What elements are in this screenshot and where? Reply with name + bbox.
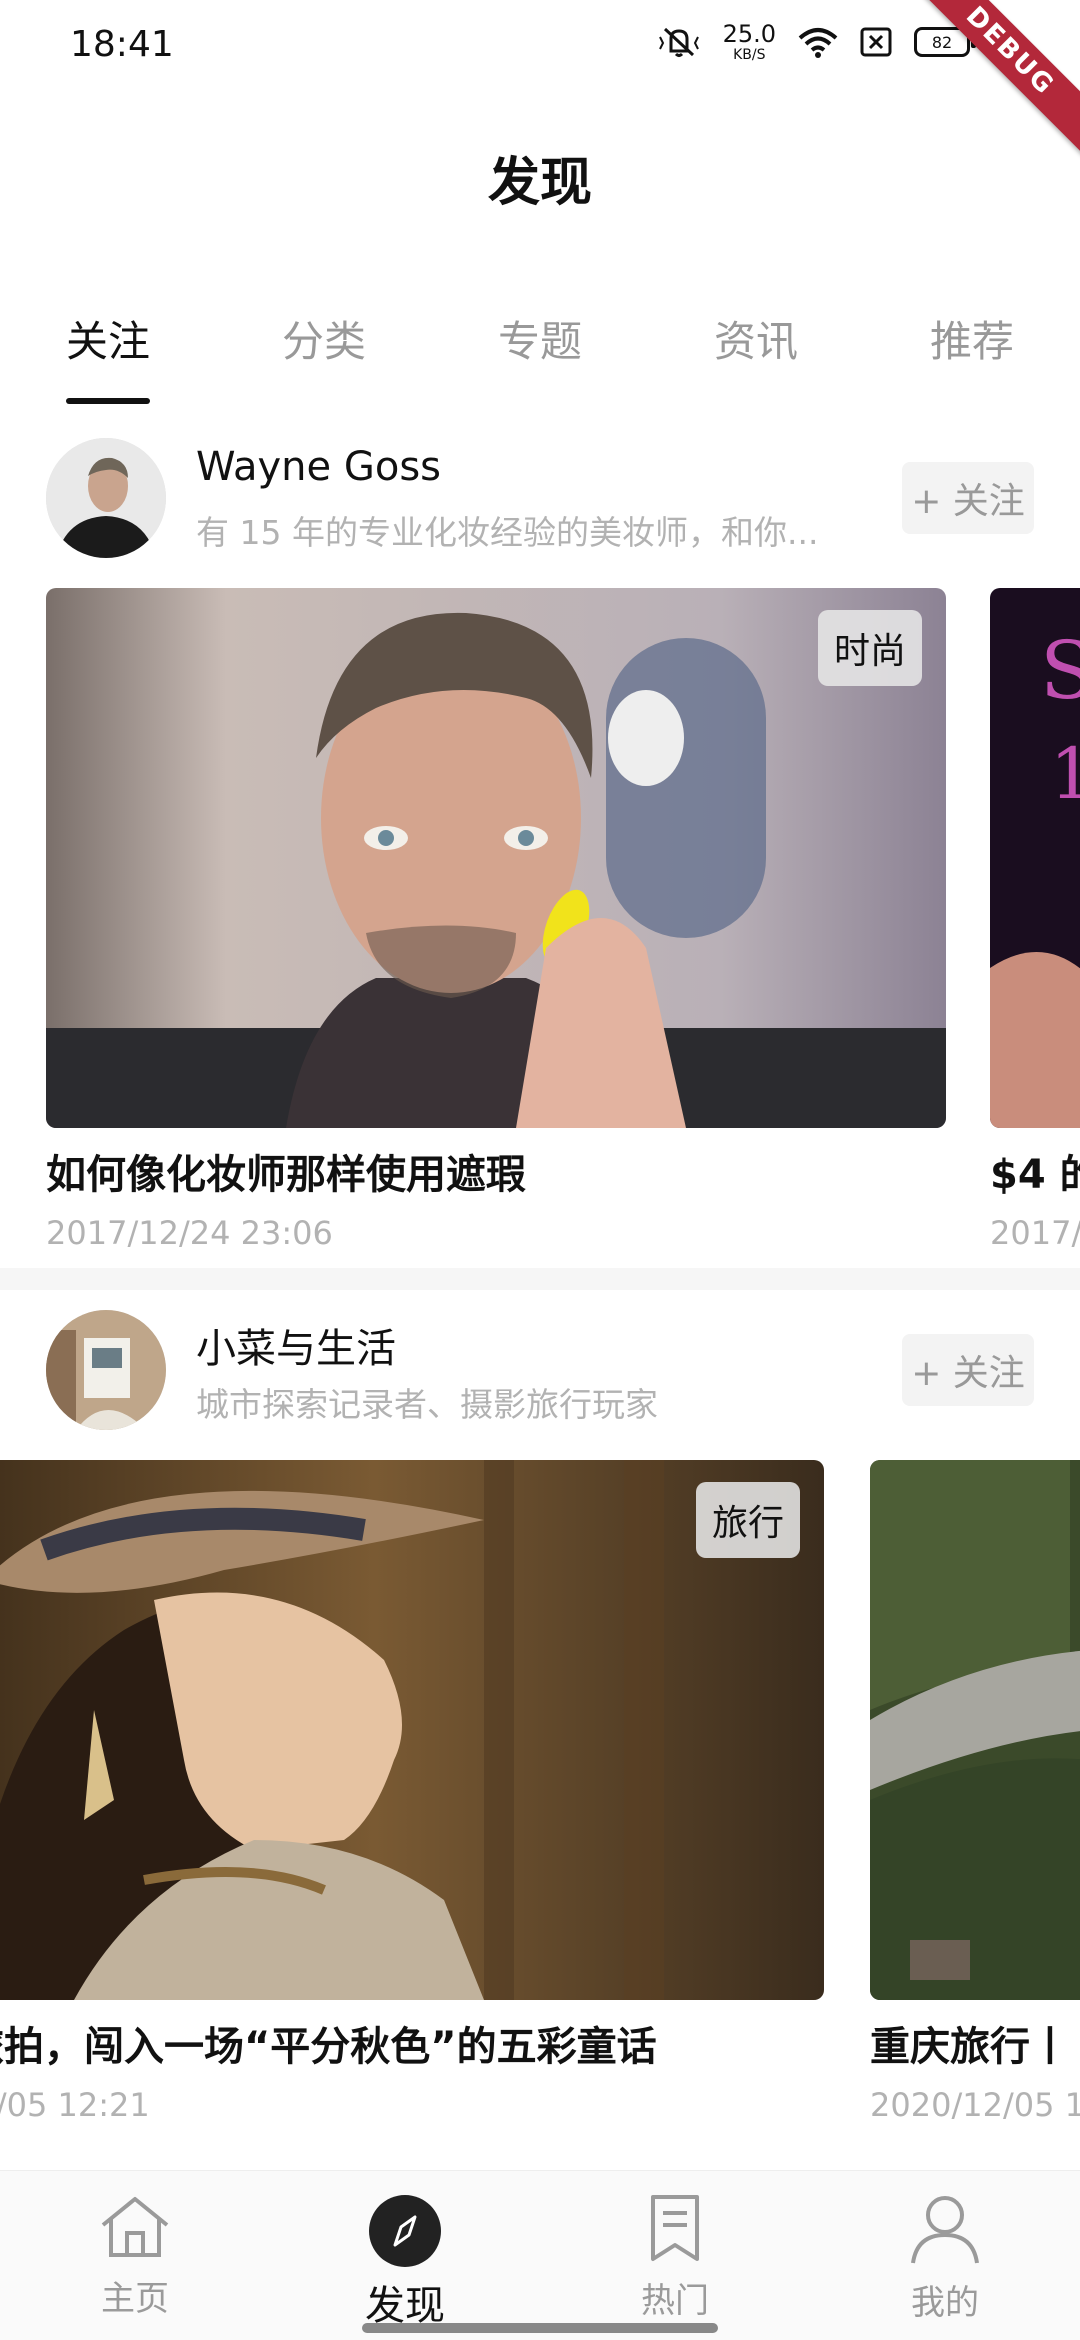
- nav-discover[interactable]: 发现: [325, 2193, 485, 2331]
- article-image: 时尚: [46, 588, 946, 1128]
- author-row[interactable]: Wayne Goss 有 15 年的专业化妆经验的美妆师，和你... + 关注: [46, 430, 1046, 560]
- article-card[interactable]: 重庆旅行丨 2020/12/05 1: [870, 1460, 1080, 2124]
- article-image: [870, 1460, 1080, 2000]
- author-name: Wayne Goss: [196, 444, 441, 490]
- article-title: 东旅拍，闯入一场“平分秋色”的五彩童话: [0, 2024, 657, 2070]
- nav-mine-label: 我的: [911, 2283, 979, 2323]
- tab-category[interactable]: 分类: [259, 308, 389, 369]
- tab-active-indicator: [66, 398, 150, 404]
- author-description: 有 15 年的专业化妆经验的美妆师，和你...: [196, 513, 819, 552]
- article-image: S 1: [990, 588, 1080, 1128]
- net-speed: 25.0 KB/S: [723, 22, 776, 62]
- tab-follow[interactable]: 关注: [43, 308, 173, 369]
- status-icons: 25.0 KB/S 82: [657, 22, 976, 62]
- feed-section: 小菜与生活 城市探索记录者、摄影旅行玩家 + 关注 旅行 拍，闯入一场“平分秋色…: [0, 1302, 1080, 2150]
- svg-text:S: S: [1040, 624, 1080, 717]
- article-card[interactable]: S 1 $4 的 2017/: [990, 588, 1080, 1252]
- article-image: 旅行: [0, 1460, 824, 2000]
- net-speed-unit: KB/S: [733, 47, 766, 63]
- home-indicator[interactable]: [362, 2323, 718, 2333]
- author-name: 小菜与生活: [196, 1326, 396, 1372]
- tab-news[interactable]: 资讯: [691, 308, 821, 369]
- mute-vibrate-icon: [657, 25, 701, 59]
- section-divider: [0, 1268, 1080, 1290]
- bottom-navigation: 主页 发现 热门 我的: [0, 2170, 1080, 2340]
- sim-off-icon: [860, 27, 892, 57]
- article-date: 0/12/05 12:21: [0, 2086, 150, 2124]
- article-carousel[interactable]: 旅行 东旅拍，闯入一场“平分秋色”的五彩童话 0/12/05 12:21 重庆旅…: [0, 1460, 1080, 2150]
- category-tabs: 关注 分类 专题 资讯 推荐: [0, 300, 1080, 410]
- page-title: 发现: [487, 153, 592, 213]
- article-date: 2017/: [990, 1214, 1080, 1252]
- discover-page: 18:41 25.0 KB/S 82 DEBUG 发现 关注 分类 专题 资讯 …: [0, 0, 1080, 2340]
- user-icon: [909, 2196, 981, 2269]
- tab-recommend[interactable]: 推荐: [907, 308, 1037, 369]
- article-carousel[interactable]: 时尚 如何像化妆师那样使用遮瑕 2017/12/24 23:06 S 1 $4 …: [0, 588, 1080, 1278]
- article-date: 2020/12/05 1: [870, 2086, 1080, 2124]
- feed-section: Wayne Goss 有 15 年的专业化妆经验的美妆师，和你... + 关注: [0, 430, 1080, 1278]
- avatar[interactable]: [46, 438, 166, 558]
- wifi-icon: [798, 26, 838, 58]
- article-title: $4 的: [990, 1152, 1080, 1198]
- category-tag: 旅行: [695, 1482, 800, 1558]
- article-card[interactable]: 旅行 东旅拍，闯入一场“平分秋色”的五彩童话 0/12/05 12:21: [0, 1460, 824, 2124]
- compass-icon: [367, 2195, 443, 2273]
- article-title: 重庆旅行丨: [870, 2024, 1070, 2070]
- article-title: 如何像化妆师那样使用遮瑕: [46, 1152, 526, 1198]
- status-time: 18:41: [70, 24, 174, 65]
- author-description: 城市探索记录者、摄影旅行玩家: [196, 1385, 658, 1424]
- article-card[interactable]: 时尚 如何像化妆师那样使用遮瑕 2017/12/24 23:06: [46, 588, 946, 1252]
- net-speed-value: 25.0: [722, 20, 776, 48]
- follow-button[interactable]: + 关注: [902, 462, 1034, 534]
- nav-hot[interactable]: 热门: [595, 2193, 755, 2322]
- avatar[interactable]: [46, 1310, 166, 1430]
- home-icon: [95, 2197, 175, 2265]
- nav-hot-label: 热门: [641, 2281, 709, 2321]
- tab-topics[interactable]: 专题: [475, 308, 605, 369]
- category-tag: 时尚: [817, 610, 922, 686]
- follow-button[interactable]: + 关注: [902, 1334, 1034, 1406]
- nav-home-label: 主页: [101, 2279, 169, 2319]
- svg-text:1: 1: [1050, 733, 1080, 815]
- nav-mine[interactable]: 我的: [865, 2193, 1025, 2324]
- article-date: 2017/12/24 23:06: [46, 1214, 333, 1252]
- status-bar: 18:41 25.0 KB/S 82 DEBUG: [0, 0, 1080, 158]
- bookmark-icon: [645, 2195, 705, 2267]
- author-row[interactable]: 小菜与生活 城市探索记录者、摄影旅行玩家 + 关注: [46, 1302, 1046, 1432]
- nav-home[interactable]: 主页: [55, 2193, 215, 2320]
